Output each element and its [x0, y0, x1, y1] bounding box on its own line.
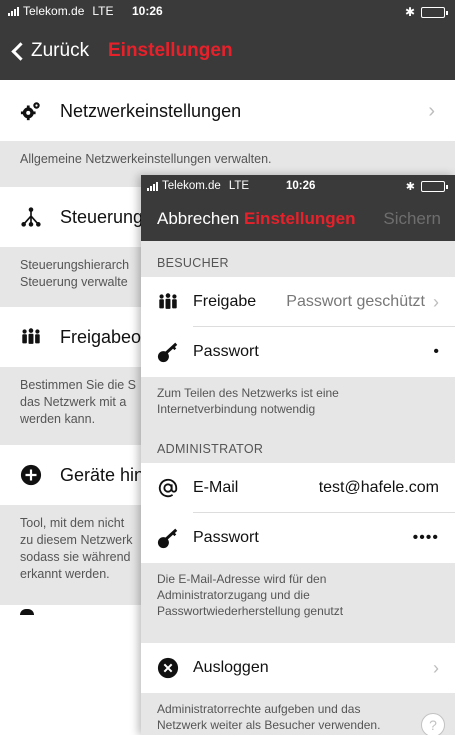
back-button[interactable]: Zurück [10, 40, 89, 62]
admin-password-label: Passwort [193, 529, 259, 546]
status-bar: Telekom.de LTE 10:26 ✱ [0, 0, 455, 22]
help-button[interactable]: ? [421, 713, 445, 735]
people-icon [22, 328, 40, 344]
chevron-right-icon: › [428, 99, 435, 122]
clock: 10:26 [132, 4, 163, 18]
sharing-row[interactable]: Freigabe Passwort geschützt › [141, 277, 455, 327]
partial-icon [20, 609, 34, 615]
visitor-password-row[interactable]: Passwort • [141, 327, 455, 377]
key-icon [157, 342, 178, 363]
carrier-label: Telekom.de [23, 4, 85, 18]
status-bar: Telekom.de LTE 10:26 ✱ [141, 175, 455, 197]
battery-icon [421, 6, 448, 18]
gears-icon [20, 102, 40, 121]
settings-item-network[interactable]: Netzwerkeinstellungen › [0, 81, 455, 141]
sharing-label: Freigabe [193, 293, 257, 310]
admin-password-row[interactable]: Passwort •••• [141, 513, 455, 563]
email-row[interactable]: E-Mail test@hafele.com [141, 463, 455, 513]
network-label: LTE [228, 180, 250, 192]
admin-password-field[interactable]: •••• [259, 529, 439, 547]
signal-icon [8, 6, 19, 16]
bluetooth-icon: ✱ [405, 181, 415, 193]
at-sign-icon [158, 478, 178, 498]
navigation-bar: Telekom.de LTE 10:26 ✱ Zurück Einstellun… [0, 0, 455, 80]
visitor-password-label: Passwort [193, 343, 259, 360]
section-header-visitor: BESUCHER [141, 241, 455, 277]
email-label: E-Mail [193, 479, 239, 496]
visitor-password-field[interactable]: • [259, 343, 439, 361]
bluetooth-icon: ✱ [404, 5, 415, 19]
clock: 10:26 [286, 180, 316, 192]
page-title: Einstellungen [108, 40, 233, 61]
signal-icon [147, 181, 158, 191]
section-header-admin: ADMINISTRATOR [141, 427, 455, 463]
sharing-value: Passwort geschützt [286, 293, 425, 310]
battery-icon [421, 181, 448, 192]
email-field[interactable]: test@hafele.com [238, 479, 439, 497]
chevron-right-icon: › [433, 657, 439, 678]
admin-note: Die E-Mail-Adresse wird für den Administ… [141, 563, 455, 643]
carrier-label: Telekom.de [162, 180, 221, 192]
page-title: Einstellungen [244, 209, 356, 228]
plus-circle-icon [20, 464, 42, 486]
settings-item-label: Netzwerkeinstellungen [60, 100, 242, 121]
people-icon [159, 293, 177, 309]
network-label: LTE [92, 4, 114, 18]
back-button-label: Zurück [31, 40, 90, 61]
hierarchy-icon [21, 207, 41, 227]
logout-label: Ausloggen [193, 659, 269, 676]
save-button[interactable]: Sichern [383, 209, 441, 229]
network-settings-sheet: Telekom.de LTE 10:26 ✱ Abbrechen Einstel… [141, 175, 455, 735]
cancel-button[interactable]: Abbrechen [157, 209, 239, 229]
key-icon [157, 528, 178, 549]
logout-note-text: Administratorrechte aufgeben und das Net… [157, 702, 381, 732]
chevron-left-icon [11, 41, 30, 61]
logout-row[interactable]: Ausloggen › [141, 643, 455, 693]
navigation-bar: Abbrechen Einstellungen Sichern [141, 197, 455, 241]
chevron-right-icon: › [433, 291, 439, 312]
logout-note: Administratorrechte aufgeben und das Net… [141, 693, 455, 735]
close-circle-icon [157, 657, 179, 679]
visitor-note: Zum Teilen des Netzwerks ist eine Intern… [141, 377, 455, 427]
